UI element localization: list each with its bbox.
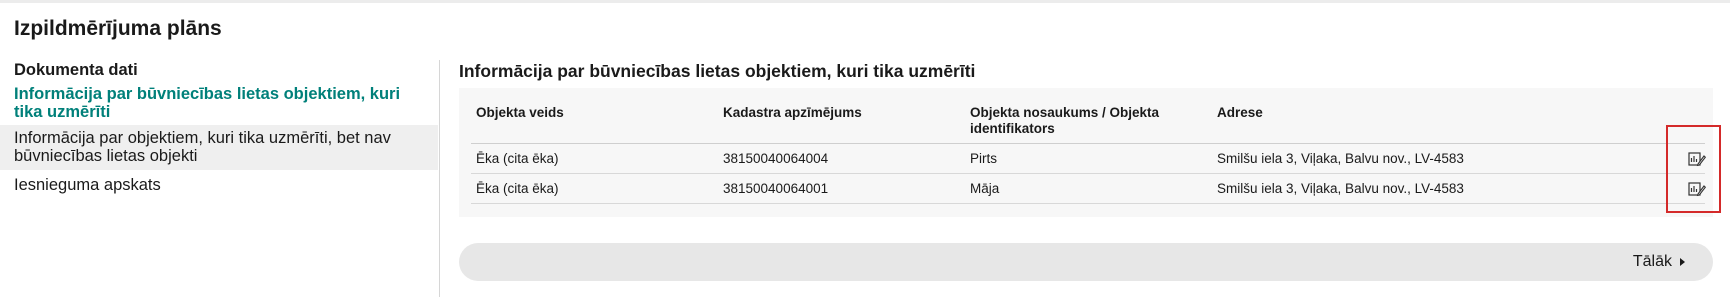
column-header-type: Objekta veids <box>476 105 564 120</box>
page-title: Izpildmērījuma plāns <box>14 17 222 40</box>
cell-type: Ēka (cita ēka) <box>476 151 559 166</box>
column-header-cadastre: Kadastra apzīmējums <box>723 105 862 120</box>
section-title: Informācija par būvniecības lietas objek… <box>459 61 976 81</box>
cell-type: Ēka (cita ēka) <box>476 181 559 196</box>
cell-address: Smilšu iela 3, Viļaka, Balvu nov., LV-45… <box>1217 181 1464 196</box>
navigation-bar: Tālāk <box>459 243 1713 281</box>
column-header-name: Objekta nosaukums / Objekta identifikato… <box>970 105 1160 136</box>
action-column-highlight <box>1666 125 1721 213</box>
caret-right-icon <box>1680 258 1685 266</box>
objects-table: Objekta veids Kadastra apzīmējums Objekt… <box>471 88 1707 204</box>
sidebar-heading: Dokumenta dati <box>14 61 138 79</box>
cell-address: Smilšu iela 3, Viļaka, Balvu nov., LV-45… <box>1217 151 1464 166</box>
table-row: Ēka (cita ēka) 38150040064001 Māja Smilš… <box>471 174 1707 204</box>
column-header-address: Adrese <box>1217 105 1263 120</box>
next-button-label: Tālāk <box>1632 253 1672 270</box>
table-header: Objekta veids Kadastra apzīmējums Objekt… <box>471 88 1705 144</box>
cell-name: Pirts <box>970 151 997 166</box>
top-rule <box>0 0 1730 3</box>
objects-table-panel: Objekta veids Kadastra apzīmējums Objekt… <box>459 88 1713 217</box>
next-button[interactable]: Tālāk <box>1633 253 1685 271</box>
sidebar-item-non-building-objects[interactable]: Informācija par objektiem, kuri tika uzm… <box>0 125 438 170</box>
sidebar-item-building-objects[interactable]: Informācija par būvniecības lietas objek… <box>0 80 438 125</box>
sidebar: Dokumenta dati Informācija par būvniecīb… <box>0 58 438 194</box>
cell-name: Māja <box>970 181 1000 196</box>
cell-cadastre: 38150040064001 <box>723 181 829 196</box>
sidebar-item-application-review[interactable]: Iesnieguma apskats <box>0 170 438 194</box>
vertical-divider <box>439 60 440 297</box>
cell-cadastre: 38150040064004 <box>723 151 829 166</box>
table-row: Ēka (cita ēka) 38150040064004 Pirts Smil… <box>471 144 1707 174</box>
